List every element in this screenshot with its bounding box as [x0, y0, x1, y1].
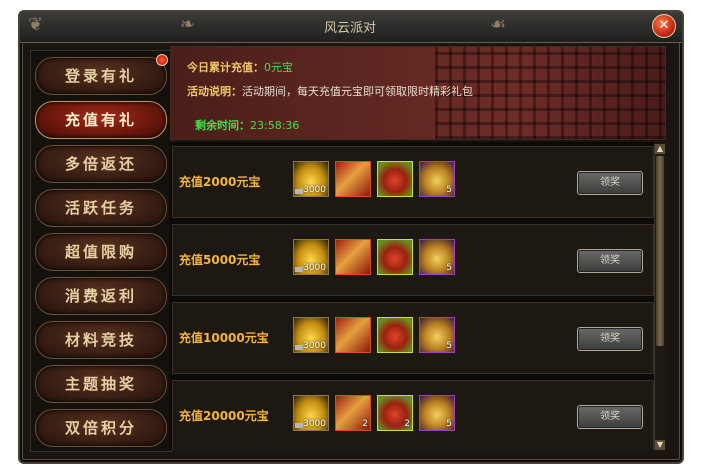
title-bar: ❦ ❧ 风云派对 ☙ ✕ [20, 12, 682, 43]
reward-row: 充值10000元宝 3000 5 领奖 [172, 302, 654, 374]
remaining-time-line: 剩余时间：23:58:36 [195, 117, 299, 133]
item-quantity: 3000 [303, 419, 326, 429]
event-description-line: 活动说明：活动期间，每天充值元宝即可领取限时精彩礼包 [187, 83, 473, 99]
title-ornament-right-icon: ☙ [490, 14, 507, 35]
reward-tier-label: 充值5000元宝 [179, 253, 261, 267]
red-bag-icon[interactable]: 2 [377, 395, 413, 431]
sidebar-item-limited-buy[interactable]: 超值限购 [35, 233, 167, 271]
scroll-up-arrow-icon[interactable]: ▲ [655, 144, 665, 154]
reward-tier-label: 充值10000元宝 [179, 331, 269, 345]
sidebar-item-label: 充值有礼 [64, 111, 137, 129]
sidebar-item-material-contest[interactable]: 材料竞技 [35, 321, 167, 359]
claim-button[interactable]: 领奖 [577, 327, 643, 351]
gold-ingot-icon[interactable]: 3000 [293, 317, 329, 353]
reward-row: 充值2000元宝 3000 5 领奖 [172, 146, 654, 218]
sidebar-item-double-points[interactable]: 双倍积分 [35, 409, 167, 447]
scroll-thumb[interactable] [656, 156, 664, 346]
claim-button[interactable]: 领奖 [577, 405, 643, 429]
event-description-label: 活动说明： [187, 85, 242, 98]
sidebar-item-recharge-gift[interactable]: 充值有礼 [35, 101, 167, 139]
reward-list: 充值2000元宝 3000 5 领奖 充值5000元宝 3000 5 领奖 充值… [170, 142, 654, 450]
activity-sidebar: 登录有礼 充值有礼 多倍返还 活跃任务 超值限购 消费返利 材料竞技 主题抽奖 … [30, 50, 172, 452]
title-ornament-left-icon: ❧ [180, 14, 196, 35]
red-book-icon[interactable] [335, 317, 371, 353]
item-quantity: 5 [446, 263, 452, 273]
sidebar-item-login-gift[interactable]: 登录有礼 [35, 54, 168, 95]
sidebar-item-spend-rebate[interactable]: 消费返利 [35, 277, 167, 315]
close-button[interactable]: ✕ [652, 14, 676, 38]
sidebar-item-label: 登录有礼 [64, 67, 137, 85]
item-quantity: 5 [446, 419, 452, 429]
sidebar-item-active-tasks[interactable]: 活跃任务 [35, 189, 167, 227]
red-bag-icon[interactable] [377, 161, 413, 197]
item-quantity: 2 [362, 419, 368, 429]
item-quantity: 3000 [303, 341, 326, 351]
notification-dot-icon [156, 54, 168, 66]
remaining-time-label: 剩余时间： [195, 119, 250, 132]
reward-row: 充值20000元宝 3000 2 2 5 领奖 [172, 380, 654, 450]
sidebar-item-theme-lottery[interactable]: 主题抽奖 [35, 365, 167, 403]
gold-pouch-icon[interactable]: 5 [419, 239, 455, 275]
item-quantity: 2 [404, 419, 410, 429]
sidebar-item-label: 主题抽奖 [64, 375, 137, 393]
gold-pouch-icon[interactable]: 5 [419, 317, 455, 353]
sidebar-item-label: 材料竞技 [64, 331, 137, 349]
sidebar-item-label: 多倍返还 [64, 155, 137, 173]
reward-row: 充值5000元宝 3000 5 领奖 [172, 224, 654, 296]
item-quantity: 5 [446, 341, 452, 351]
event-banner: 今日累计充值：0元宝 活动说明：活动期间，每天充值元宝即可领取限时精彩礼包 剩余… [170, 46, 666, 140]
red-bag-icon[interactable] [377, 239, 413, 275]
corner-ornament-icon: ❦ [28, 14, 44, 35]
red-book-icon[interactable]: 2 [335, 395, 371, 431]
gold-ingot-icon[interactable]: 3000 [293, 239, 329, 275]
window-title: 风云派对 [323, 21, 376, 36]
gold-ingot-icon[interactable]: 3000 [293, 395, 329, 431]
reward-list-scrollbar[interactable]: ▲ ▼ [654, 144, 665, 450]
reward-tier-label: 充值20000元宝 [179, 409, 269, 423]
gold-ingot-icon[interactable]: 3000 [293, 161, 329, 197]
red-book-icon[interactable] [335, 161, 371, 197]
gold-pouch-icon[interactable]: 5 [419, 395, 455, 431]
today-recharge-value: 0元宝 [264, 61, 293, 74]
gold-pouch-icon[interactable]: 5 [419, 161, 455, 197]
item-quantity: 3000 [303, 263, 326, 273]
reward-tier-label: 充值2000元宝 [179, 175, 261, 189]
claim-button[interactable]: 领奖 [577, 171, 643, 195]
today-recharge-label: 今日累计充值： [187, 61, 264, 74]
item-quantity: 3000 [303, 185, 326, 195]
event-window: ❦ ❧ 风云派对 ☙ ✕ 登录有礼 充值有礼 多倍返还 活跃任务 超值限购 消费… [18, 10, 684, 464]
remaining-time-value: 23:58:36 [250, 119, 300, 132]
sidebar-item-label: 超值限购 [64, 243, 137, 261]
event-description-text: 活动期间，每天充值元宝即可领取限时精彩礼包 [242, 85, 473, 98]
red-bag-icon[interactable] [377, 317, 413, 353]
sidebar-item-multi-return[interactable]: 多倍返还 [35, 145, 167, 183]
item-quantity: 5 [446, 185, 452, 195]
claim-button[interactable]: 领奖 [577, 249, 643, 273]
today-recharge-line: 今日累计充值：0元宝 [187, 59, 293, 75]
sidebar-item-label: 消费返利 [64, 287, 137, 305]
sidebar-item-label: 双倍积分 [64, 419, 137, 437]
sidebar-item-label: 活跃任务 [64, 199, 137, 217]
red-book-icon[interactable] [335, 239, 371, 275]
scroll-down-arrow-icon[interactable]: ▼ [655, 440, 665, 450]
